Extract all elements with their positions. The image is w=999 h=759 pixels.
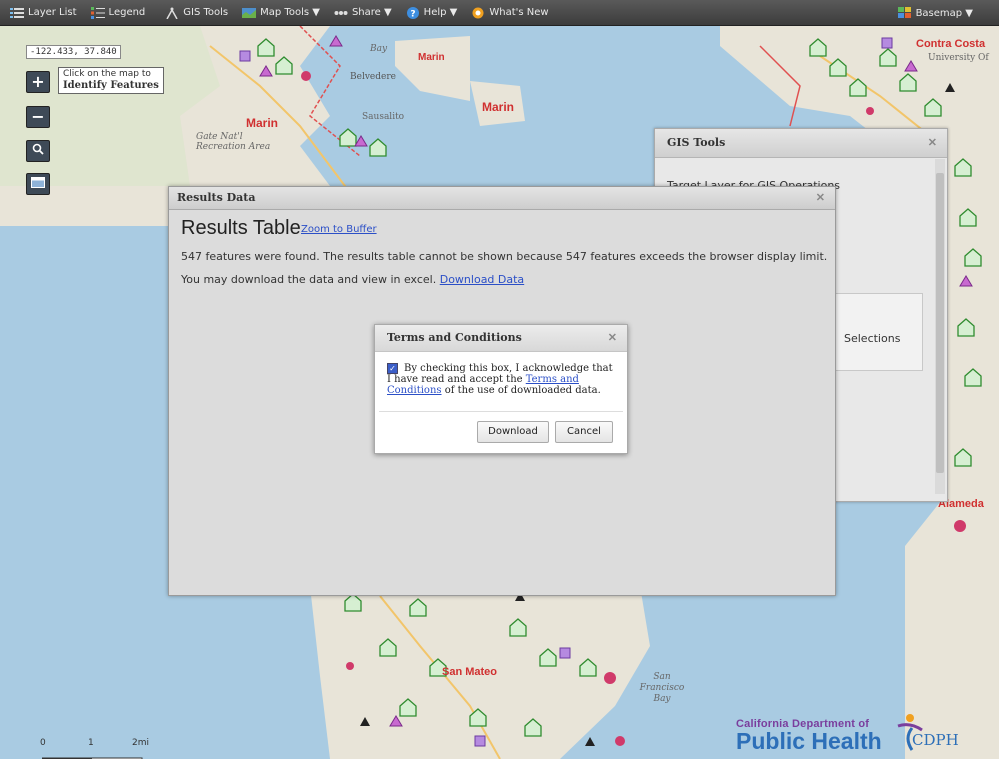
map-label-san-mateo: San Mateo [442, 666, 498, 678]
identify-tooltip: Click on the map to Identify Features [58, 67, 164, 94]
scale-label-0: 0 [40, 738, 46, 748]
terms-title: Terms and Conditions [387, 331, 522, 344]
basemap-menu[interactable]: Basemap ▼ [897, 7, 973, 19]
search-button[interactable] [26, 140, 50, 162]
gis-panel-scrollbar[interactable] [935, 159, 945, 494]
zoom-to-buffer-link[interactable]: Zoom to Buffer [301, 224, 377, 235]
map-tools-menu[interactable]: Map Tools ▼ [242, 7, 320, 19]
share-menu[interactable]: Share ▼ [334, 7, 392, 19]
map-label-sausalito: Sausalito [362, 112, 405, 122]
gis-tools-title: GIS Tools [667, 136, 726, 149]
cdph-logo: California Department of Public Health [736, 718, 882, 754]
map-label-contra-costa: Contra Costa [916, 38, 986, 50]
help-label: Help ▼ [423, 7, 458, 18]
terms-close-icon[interactable]: ✕ [608, 325, 617, 351]
terms-text: ✓ By checking this box, I acknowledge tha… [387, 363, 619, 396]
share-label: Share ▼ [351, 7, 392, 18]
compass-tool-icon [166, 7, 178, 19]
basemap-label: Basemap ▼ [915, 7, 973, 19]
cancel-button[interactable]: Cancel [555, 421, 613, 443]
map-label-marin-3: Marin [482, 100, 515, 114]
terms-dialog: Terms and Conditions ✕ ✓ By checking this… [374, 324, 628, 454]
coordinate-readout: -122.433, 37.840 [26, 45, 121, 59]
terms-text-part2: of the use of downloaded data. [444, 385, 601, 396]
results-close-icon[interactable]: ✕ [816, 187, 825, 209]
cdph-line2: Public Health [736, 728, 882, 754]
terms-divider [379, 411, 623, 412]
top-toolbar: Layer List Legend GIS Tools Map Tools ▼ … [0, 0, 999, 26]
scale-label-1: 1 [88, 738, 94, 748]
map-label-sf-bay: San Francisco Bay [639, 672, 685, 704]
legend-label: Legend [108, 7, 146, 18]
map-label-marin-2: Marin [418, 52, 445, 63]
gis-tools-button[interactable]: GIS Tools [165, 7, 228, 19]
terms-header: Terms and Conditions ✕ [375, 325, 627, 352]
map-label-belvedere: Belvedere [350, 72, 396, 82]
gis-selections-label: Selections [844, 332, 901, 345]
download-prompt: You may download the data and view in ex… [181, 273, 524, 286]
whats-new-icon [472, 7, 484, 18]
map-label-bay: Bay [370, 44, 388, 54]
search-icon [32, 143, 44, 155]
download-prompt-text: You may download the data and view in ex… [181, 273, 437, 286]
map-label-marin: Marin [246, 116, 279, 130]
map-panel-icon [31, 177, 45, 188]
map-label-university: University Of [928, 53, 989, 63]
identify-tip-line2: Identify Features [63, 80, 159, 91]
gis-tools-header: GIS Tools ✕ [655, 129, 947, 158]
whats-new-label: What's New [489, 7, 549, 18]
basemap-toggle-button[interactable] [26, 173, 50, 195]
map-label-gate: Gate Nat'l Recreation Area [196, 132, 271, 152]
cdph-abbr: CDPH [912, 731, 959, 749]
layer-list-icon [10, 7, 24, 18]
results-table-title: Results Table [181, 217, 301, 239]
results-header: Results Data ✕ [169, 187, 835, 210]
gis-tools-label: GIS Tools [183, 7, 229, 18]
layer-list-label: Layer List [28, 7, 77, 18]
layer-list-button[interactable]: Layer List [10, 7, 77, 19]
results-header-title: Results Data [177, 191, 256, 204]
svg-text:?: ? [410, 9, 415, 19]
map-tools-label: Map Tools ▼ [260, 7, 320, 18]
accept-terms-checkbox[interactable]: ✓ [387, 363, 398, 374]
download-button[interactable]: Download [477, 421, 549, 443]
gis-tools-close-icon[interactable]: ✕ [928, 129, 937, 157]
help-menu[interactable]: ? Help ▼ [406, 6, 458, 19]
basemap-grid-icon [897, 7, 911, 18]
gis-scroll-thumb[interactable] [936, 173, 944, 473]
legend-button[interactable]: Legend [90, 6, 146, 19]
zoom-out-button[interactable]: − [26, 106, 50, 128]
zoom-in-button[interactable]: + [26, 71, 50, 93]
download-data-link[interactable]: Download Data [440, 273, 524, 286]
whats-new-button[interactable]: What's New [471, 7, 549, 19]
share-icon [334, 10, 348, 15]
map-tools-icon [242, 7, 257, 18]
legend-icon [90, 6, 105, 19]
identify-tip-line1: Click on the map to [63, 69, 151, 79]
help-icon: ? [406, 6, 419, 19]
results-message: 547 features were found. The results tab… [181, 250, 828, 263]
scale-label-2mi: 2mi [132, 738, 149, 748]
